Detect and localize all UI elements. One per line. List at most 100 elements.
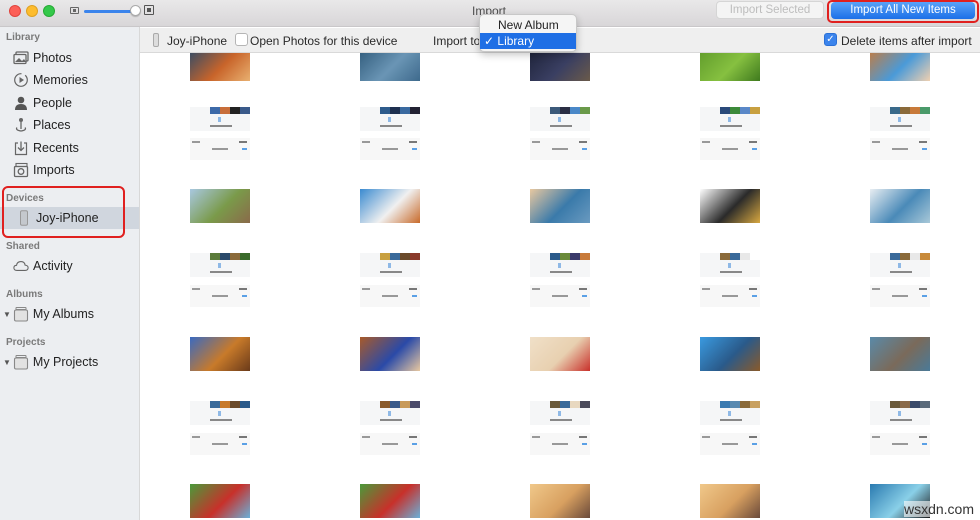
disclosure-triangle-icon[interactable]: ▼ bbox=[3, 358, 11, 367]
photo-thumbnail[interactable] bbox=[700, 189, 760, 223]
screenshot-text-line bbox=[382, 148, 398, 150]
watermark: wsxdn.com bbox=[903, 501, 974, 517]
screenshot-bar bbox=[210, 419, 232, 421]
screenshot-image-strip bbox=[890, 401, 930, 408]
photo-thumbnail[interactable] bbox=[190, 189, 250, 223]
info-screenshot-thumbnail[interactable] bbox=[190, 285, 250, 307]
sidebar-item-people[interactable]: People bbox=[0, 92, 139, 114]
photo-thumbnail[interactable] bbox=[700, 484, 760, 518]
screenshot-thumbnail[interactable] bbox=[190, 107, 250, 131]
screenshot-thumbnail[interactable] bbox=[870, 253, 930, 277]
screenshot-image-strip bbox=[720, 253, 760, 260]
iphone-icon bbox=[153, 33, 159, 47]
photo-thumbnail[interactable] bbox=[360, 337, 420, 371]
photo-thumbnail[interactable] bbox=[360, 484, 420, 518]
info-screenshot-thumbnail[interactable] bbox=[530, 138, 590, 160]
screenshot-bar bbox=[720, 125, 742, 127]
screenshot-thumbnail[interactable] bbox=[700, 401, 760, 425]
menu-item-new-album[interactable]: New Album bbox=[480, 17, 576, 33]
screenshot-text-line bbox=[239, 436, 247, 438]
photo-thumbnail[interactable] bbox=[870, 53, 930, 81]
photo-thumbnail[interactable] bbox=[700, 337, 760, 371]
sidebar-item-recents[interactable]: Recents bbox=[0, 137, 139, 159]
photo-thumbnail[interactable] bbox=[190, 337, 250, 371]
minimize-window-button[interactable] bbox=[26, 5, 38, 17]
sidebar-item-places[interactable]: Places bbox=[0, 114, 139, 136]
screenshot-bar bbox=[890, 419, 912, 421]
photo-thumbnail[interactable] bbox=[360, 53, 420, 81]
import-all-new-items-button[interactable]: Import All New Items bbox=[831, 2, 975, 19]
delete-after-import-label[interactable]: Delete items after import bbox=[841, 34, 972, 48]
screenshot-thumbnail[interactable] bbox=[360, 107, 420, 131]
disclosure-triangle-icon[interactable]: ▼ bbox=[3, 310, 11, 319]
screenshot-image-strip bbox=[210, 401, 250, 408]
info-screenshot-thumbnail[interactable] bbox=[190, 433, 250, 455]
screenshot-text-line bbox=[919, 288, 927, 290]
info-screenshot-thumbnail[interactable] bbox=[700, 285, 760, 307]
sidebar-item-photos[interactable]: Photos bbox=[0, 47, 139, 69]
sidebar-item-memories[interactable]: Memories bbox=[0, 69, 139, 91]
slider-knob[interactable] bbox=[130, 5, 141, 16]
sidebar-item-my-projects[interactable]: ▼ My Projects bbox=[0, 351, 139, 373]
screenshot-text-line bbox=[382, 443, 398, 445]
open-photos-label[interactable]: Open Photos for this device bbox=[250, 34, 397, 48]
import-to-popup-menu[interactable]: New Album ✓ Library bbox=[479, 14, 577, 52]
screenshot-thumbnail[interactable] bbox=[530, 253, 590, 277]
screenshot-text-line bbox=[192, 288, 200, 290]
screenshot-text-line bbox=[722, 148, 738, 150]
sidebar-item-my-albums[interactable]: ▼ My Albums bbox=[0, 303, 139, 325]
info-screenshot-thumbnail[interactable] bbox=[190, 138, 250, 160]
screenshot-bar bbox=[380, 125, 402, 127]
screenshot-marker bbox=[218, 263, 221, 268]
screenshot-thumbnail[interactable] bbox=[700, 107, 760, 131]
folder-icon bbox=[13, 306, 29, 322]
screenshot-thumbnail[interactable] bbox=[530, 401, 590, 425]
screenshot-text-line bbox=[212, 295, 228, 297]
photo-thumbnail[interactable] bbox=[530, 189, 590, 223]
thumbnail-size-slider[interactable] bbox=[84, 5, 141, 17]
photo-thumbnail[interactable] bbox=[870, 337, 930, 371]
info-screenshot-thumbnail[interactable] bbox=[870, 285, 930, 307]
photo-thumbnail[interactable] bbox=[870, 189, 930, 223]
close-window-button[interactable] bbox=[9, 5, 21, 17]
info-screenshot-thumbnail[interactable] bbox=[530, 285, 590, 307]
delete-after-import-checkbox[interactable]: ✓ bbox=[824, 33, 837, 46]
screenshot-thumbnail[interactable] bbox=[360, 401, 420, 425]
info-screenshot-thumbnail[interactable] bbox=[700, 138, 760, 160]
screenshot-thumbnail[interactable] bbox=[700, 253, 760, 277]
info-screenshot-thumbnail[interactable] bbox=[360, 285, 420, 307]
screenshot-text-line bbox=[409, 436, 417, 438]
import-selected-button[interactable]: Import Selected bbox=[716, 1, 824, 19]
photo-thumbnail[interactable] bbox=[190, 484, 250, 518]
photo-thumbnail[interactable] bbox=[530, 337, 590, 371]
screenshot-thumbnail[interactable] bbox=[870, 107, 930, 131]
sidebar-item-imports[interactable]: Imports bbox=[0, 159, 139, 181]
photo-thumbnail[interactable] bbox=[700, 53, 760, 81]
open-photos-checkbox[interactable] bbox=[235, 33, 248, 46]
screenshot-thumbnail[interactable] bbox=[190, 253, 250, 277]
info-screenshot-thumbnail[interactable] bbox=[530, 433, 590, 455]
screenshot-thumbnail[interactable] bbox=[190, 401, 250, 425]
info-screenshot-thumbnail[interactable] bbox=[360, 138, 420, 160]
info-screenshot-thumbnail[interactable] bbox=[700, 433, 760, 455]
photo-thumbnail[interactable] bbox=[190, 53, 250, 81]
thumbnail-large-icon bbox=[144, 5, 154, 15]
fullscreen-window-button[interactable] bbox=[43, 5, 55, 17]
section-label-albums: Albums bbox=[6, 289, 43, 300]
photo-thumbnail[interactable] bbox=[530, 484, 590, 518]
info-screenshot-thumbnail[interactable] bbox=[870, 433, 930, 455]
photo-thumbnail[interactable] bbox=[530, 53, 590, 81]
photo-thumbnail[interactable] bbox=[360, 189, 420, 223]
info-screenshot-thumbnail[interactable] bbox=[870, 138, 930, 160]
sidebar-item-activity[interactable]: Activity bbox=[0, 255, 139, 277]
checkmark-icon: ✓ bbox=[484, 34, 498, 48]
menu-item-library[interactable]: ✓ Library bbox=[480, 33, 576, 49]
screenshot-thumbnail[interactable] bbox=[530, 107, 590, 131]
screenshot-thumbnail[interactable] bbox=[360, 253, 420, 277]
sidebar: Library Photos Memories People Places Re… bbox=[0, 27, 140, 520]
screenshot-text-line bbox=[552, 295, 568, 297]
screenshot-thumbnail[interactable] bbox=[870, 401, 930, 425]
screenshot-text-line bbox=[242, 295, 247, 297]
screenshot-text-line bbox=[412, 295, 417, 297]
info-screenshot-thumbnail[interactable] bbox=[360, 433, 420, 455]
